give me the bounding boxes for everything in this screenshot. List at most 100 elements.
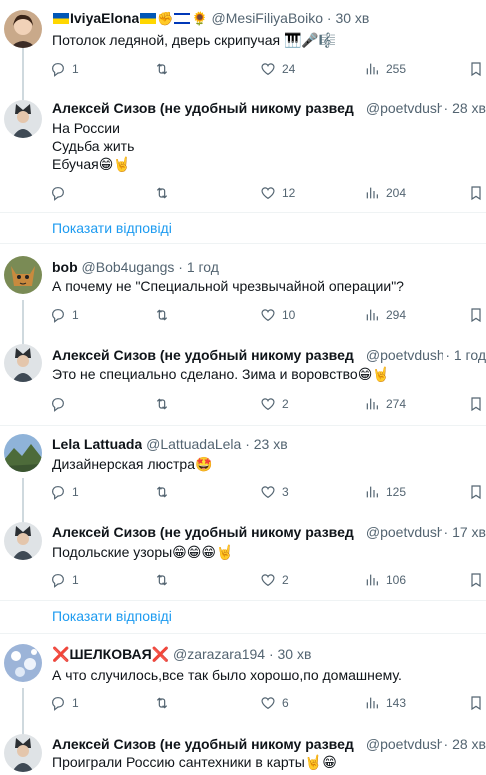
avatar[interactable]	[4, 10, 42, 48]
author-name[interactable]: Lela Lattuada	[52, 434, 142, 454]
heart-icon	[261, 309, 275, 322]
like-count: 2	[282, 573, 289, 587]
timestamp[interactable]: · 1 год	[178, 259, 219, 275]
like-button[interactable]: 2	[260, 394, 289, 414]
views-button[interactable]: 274	[364, 394, 406, 414]
action-bar: 1 6 143	[46, 693, 486, 713]
tweet-header: Алексей Сизов (не удобный никому развед …	[52, 98, 486, 118]
tweet-4[interactable]: Алексей Сизов (не удобный никому развед …	[0, 344, 486, 424]
retweet-button[interactable]	[154, 570, 176, 590]
author-handle[interactable]: @LattuadaLela	[146, 436, 241, 452]
author-handle[interactable]: @poetvdushe	[366, 345, 452, 365]
tweet-8[interactable]: Алексей Сизов (не удобный никому развед …	[0, 734, 486, 775]
author-name[interactable]: Алексей Сизов (не удобный никому развед	[52, 734, 362, 754]
bookmark-icon	[471, 186, 481, 201]
retweet-button[interactable]	[154, 59, 176, 79]
reply-button[interactable]: 1	[50, 482, 79, 502]
views-count: 125	[386, 485, 407, 499]
avatar[interactable]	[4, 100, 42, 138]
retweet-icon	[156, 486, 168, 498]
views-button[interactable]: 143	[364, 693, 406, 713]
author-name[interactable]: Алексей Сизов (не удобный никому развед	[52, 345, 362, 365]
like-button[interactable]: 24	[260, 59, 295, 79]
author-handle[interactable]: @MesiFiliyaBoiko	[212, 10, 323, 26]
avatar[interactable]	[4, 644, 42, 682]
author-name[interactable]: IviyaElona	[70, 8, 139, 28]
sunflower-icon: 🌻	[191, 11, 208, 26]
reply-button[interactable]: 1	[50, 59, 79, 79]
tweet-2[interactable]: Алексей Сизов (не удобный никому развед …	[0, 98, 486, 212]
views-button[interactable]: 106	[364, 570, 406, 590]
tweet-5[interactable]: Lela Lattuada @LattuadaLela · 23 хв Диза…	[0, 434, 486, 524]
reply-button[interactable]: 1	[50, 570, 79, 590]
retweet-icon	[156, 63, 168, 75]
like-button[interactable]: 12	[260, 183, 295, 203]
reply-icon	[52, 398, 64, 412]
timestamp[interactable]: · 17 хв	[441, 522, 486, 542]
tweet-1[interactable]: IviyaElona ✊ 🌻 @MesiFiliyaBoiko · 30 хв По…	[0, 0, 486, 100]
timestamp[interactable]: · 1 год	[443, 345, 486, 365]
action-bar: 1 24 255	[46, 59, 486, 79]
timestamp[interactable]: · 30 хв	[269, 646, 311, 662]
timestamp[interactable]: · 30 хв	[327, 10, 369, 26]
author-handle[interactable]: @zarazara194	[173, 646, 265, 662]
author-name[interactable]: Алексей Сизов (не удобный никому развед	[52, 98, 362, 118]
bookmark-icon	[471, 308, 481, 323]
like-button[interactable]: 6	[260, 693, 289, 713]
tweet-header: IviyaElona ✊ 🌻 @MesiFiliyaBoiko · 30 хв	[52, 8, 486, 28]
retweet-button[interactable]	[154, 305, 176, 325]
bookmark-button[interactable]	[468, 570, 484, 590]
like-button[interactable]: 10	[260, 305, 295, 325]
action-bar: 12 204	[46, 183, 486, 203]
retweet-button[interactable]	[154, 693, 176, 713]
timestamp[interactable]: · 23 хв	[245, 436, 287, 452]
views-button[interactable]: 125	[364, 482, 406, 502]
author-name[interactable]: Алексей Сизов (не удобный никому развед	[52, 522, 362, 542]
author-handle[interactable]: @poetvdushe	[366, 522, 452, 542]
reply-count: 1	[72, 485, 79, 499]
ukraine-flag-icon	[140, 13, 157, 24]
like-button[interactable]: 3	[260, 482, 289, 502]
author-name[interactable]: ШЕЛКОВАЯ	[69, 644, 151, 664]
tweet-text: На России Судьба жить Ебучая😁🤘	[52, 120, 135, 172]
reply-count: 1	[72, 308, 79, 322]
tweet-3[interactable]: bob @Bob4ugangs · 1 год А почему не "Спе…	[0, 256, 486, 344]
show-replies-link[interactable]: Показати відповіді	[52, 607, 172, 625]
heart-icon	[261, 574, 275, 587]
timestamp[interactable]: · 28 хв	[441, 98, 486, 118]
views-icon	[366, 398, 378, 410]
tweet-7[interactable]: ❌ШЕЛКОВАЯ❌ @zarazara194 · 30 хв А что сл…	[0, 644, 486, 736]
author-handle[interactable]: @poetvdushe	[366, 734, 452, 754]
views-count: 294	[386, 308, 407, 322]
bookmark-button[interactable]	[468, 59, 484, 79]
bookmark-button[interactable]	[468, 183, 484, 203]
timestamp[interactable]: · 28 хв	[441, 734, 486, 754]
avatar[interactable]	[4, 734, 42, 772]
reply-button[interactable]: 1	[50, 305, 79, 325]
avatar[interactable]	[4, 522, 42, 560]
author-handle[interactable]: @Bob4ugangs	[82, 259, 175, 275]
bookmark-button[interactable]	[468, 394, 484, 414]
retweet-button[interactable]	[154, 394, 176, 414]
tweet-6[interactable]: Алексей Сизов (не удобный никому развед …	[0, 522, 486, 600]
bookmark-button[interactable]	[468, 305, 484, 325]
views-button[interactable]: 255	[364, 59, 406, 79]
reply-button[interactable]	[50, 183, 72, 203]
reply-button[interactable]: 1	[50, 693, 79, 713]
author-handle[interactable]: @poetvdushe	[366, 98, 452, 118]
show-replies-link[interactable]: Показати відповіді	[52, 219, 172, 237]
avatar[interactable]	[4, 256, 42, 294]
retweet-button[interactable]	[154, 482, 176, 502]
reply-button[interactable]	[50, 394, 72, 414]
views-button[interactable]: 204	[364, 183, 406, 203]
views-button[interactable]: 294	[364, 305, 406, 325]
bookmark-button[interactable]	[468, 693, 484, 713]
reply-icon	[52, 486, 64, 500]
author-name[interactable]: bob	[52, 257, 78, 277]
retweet-button[interactable]	[154, 183, 176, 203]
bookmark-button[interactable]	[468, 482, 484, 502]
reply-icon	[52, 697, 64, 711]
like-button[interactable]: 2	[260, 570, 289, 590]
avatar[interactable]	[4, 344, 42, 382]
avatar[interactable]	[4, 434, 42, 472]
